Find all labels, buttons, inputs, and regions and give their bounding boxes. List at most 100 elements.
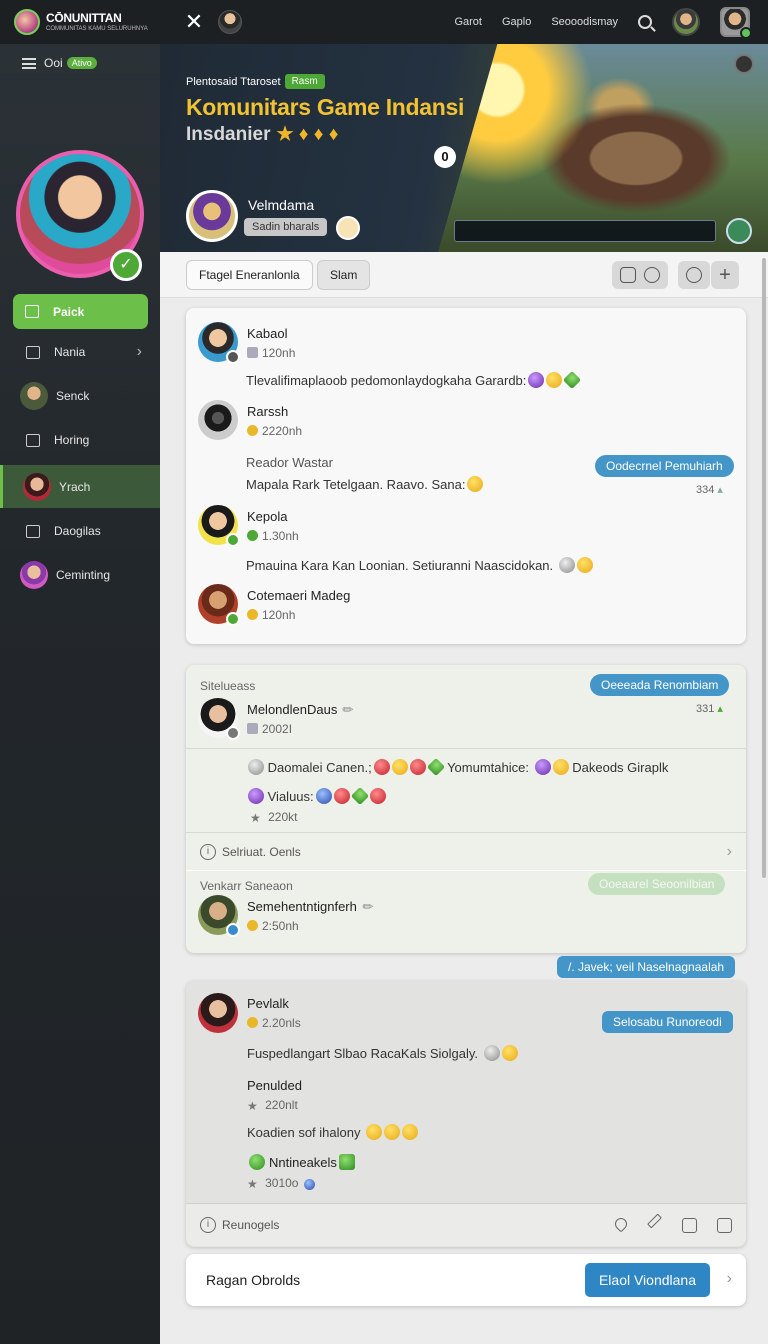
emoji-icon xyxy=(333,788,350,804)
clock-icon xyxy=(247,347,258,358)
avatar xyxy=(198,584,240,626)
post-time: 2220nh xyxy=(262,424,303,438)
settings-icon[interactable] xyxy=(734,54,754,74)
avatar xyxy=(20,561,48,589)
expand-row[interactable]: i Selriuat. Oenls › xyxy=(186,831,746,873)
section-label: Venkarr Saneaon xyxy=(200,879,293,893)
emoji-icon xyxy=(576,557,593,573)
emoji-icon xyxy=(391,759,408,775)
emoji-icon xyxy=(369,788,386,804)
nav-item-2[interactable]: Gaplo xyxy=(502,16,531,28)
star-icon: ★ xyxy=(247,1177,258,1191)
chat-icon[interactable] xyxy=(686,267,702,283)
emoji-icon xyxy=(467,476,484,492)
save-icon[interactable] xyxy=(620,267,636,283)
chevron-right-icon: › xyxy=(136,343,142,360)
gem-icon xyxy=(350,786,369,806)
brand-logo xyxy=(14,9,40,35)
clock-icon xyxy=(247,425,258,436)
status-badge: Ativo xyxy=(66,57,97,69)
post-time: 220nlt xyxy=(265,1098,298,1112)
reply-chip[interactable]: /. Javek; veil Naselnagnaalah xyxy=(557,956,736,978)
emoji-icon xyxy=(546,372,563,388)
avatar[interactable] xyxy=(218,10,242,34)
emoji-icon xyxy=(483,1045,500,1061)
hamburger-icon xyxy=(22,57,36,69)
sidebar-primary-button[interactable]: Paick xyxy=(13,294,148,329)
bottom-label: Ragan Obrolds xyxy=(206,1272,301,1288)
expand-label: Selriuat. Oenls xyxy=(222,845,301,859)
tabs-row: Ftagel Eneranlonla Slam + xyxy=(160,252,768,298)
tab-1[interactable]: Ftagel Eneranlonla xyxy=(186,260,313,290)
post-text: Fuspedlangart Slbao RacaKals Siolgaly. xyxy=(247,1046,479,1061)
sidebar-item-label: Daogilas xyxy=(54,524,101,538)
close-icon[interactable]: ✕ xyxy=(184,9,204,35)
search-icon[interactable] xyxy=(638,15,652,29)
sidebar-menu-label: Ooi xyxy=(44,56,63,70)
award-icon xyxy=(336,216,360,240)
tag-chip[interactable]: Oeeeada Renombiam xyxy=(590,674,730,696)
sidebar-item-nania[interactable]: Nania › xyxy=(0,332,160,372)
scrollbar[interactable] xyxy=(762,258,766,878)
post-time: 120nh xyxy=(262,346,296,360)
gem-icon xyxy=(426,757,445,777)
sidebar: Ooi Ativo ✓ Paick Nania › Senck Horing Y… xyxy=(0,44,160,1344)
chevron-right-icon[interactable]: › xyxy=(727,1270,732,1288)
section-label: Sitelueass xyxy=(200,679,256,693)
tag-chip[interactable]: Ooeaarel Seoonilbian xyxy=(588,873,726,895)
sidebar-item-yrach[interactable]: Yrach xyxy=(0,465,160,508)
heart-icon[interactable] xyxy=(612,1215,630,1232)
post-time: 2:50nh xyxy=(262,919,299,933)
comment-icon[interactable] xyxy=(682,1217,697,1233)
online-status-icon xyxy=(740,27,752,39)
profile-avatar[interactable] xyxy=(720,7,752,39)
star-icon: ★ xyxy=(247,1099,258,1113)
sidebar-primary-label: Paick xyxy=(53,304,85,319)
join-chat-button[interactable]: Elaol Viondlana xyxy=(584,1263,710,1297)
post-text: Yomumtahice: xyxy=(447,760,529,775)
post-author: Penulded xyxy=(247,1078,302,1093)
emoji-icon xyxy=(552,759,569,775)
post-text: Mapala Rark Tetelgaan. Raavo. Sana: xyxy=(246,477,466,492)
footer-label: Reunogels xyxy=(222,1218,280,1232)
post-count: 331 xyxy=(696,703,715,715)
sidebar-item-senck[interactable]: Senck xyxy=(0,376,160,416)
sidebar-item-label: Ceminting xyxy=(56,568,111,582)
nav-item-1[interactable]: Garot xyxy=(454,16,482,28)
feed-card-3: Selosabu Runoreodi Pevlalk 2.20nls Fuspe… xyxy=(186,981,746,1247)
post-author: Kepola xyxy=(247,509,288,524)
brand[interactable]: CŌNUNITTAN COMMUNITAS KAMU SELURUHNYA xyxy=(0,9,160,35)
sidebar-item-daogilas[interactable]: Daogilas xyxy=(0,511,160,551)
info-icon: i xyxy=(200,1217,216,1233)
card-footer: i Reunogels xyxy=(186,1204,746,1246)
post-author: Cotemaeri Madeg xyxy=(247,588,351,603)
sidebar-menu-toggle[interactable]: Ooi Ativo xyxy=(0,44,160,70)
owner-avatar[interactable] xyxy=(186,190,238,242)
post-text: Daomalei Canen.; xyxy=(267,760,372,775)
brand-name: CŌNUNITTAN xyxy=(46,11,122,25)
sidebar-item-ceminting[interactable]: Ceminting xyxy=(0,555,160,595)
sidebar-item-label: Horing xyxy=(54,433,90,447)
chevron-right-icon: › xyxy=(726,843,732,860)
add-icon[interactable]: + xyxy=(717,265,733,285)
emoji-icon xyxy=(402,1124,419,1140)
nav-item-3[interactable]: Seooodismay xyxy=(551,16,618,28)
share-icon[interactable] xyxy=(717,1217,732,1233)
edit-icon[interactable] xyxy=(647,1213,662,1228)
refresh-icon[interactable] xyxy=(644,267,660,283)
sidebar-item-horing[interactable]: Horing xyxy=(0,420,160,460)
owner-tag[interactable]: Sadin bharals xyxy=(244,218,328,236)
feed-card-1: Kabaol 120nh Tlevalifimaplaoob pedomonla… xyxy=(186,308,746,644)
post-text: Pmauina Kara Kan Loonian. Setiuranni Naa… xyxy=(246,558,554,573)
rating-stars: ★ ♦ ♦ ♦ xyxy=(276,124,339,145)
tag-chip[interactable]: Oodecrnel Pemuhiarh xyxy=(595,455,734,477)
pencil-icon: ✎ xyxy=(358,897,378,916)
post-time: 1.30nh xyxy=(262,529,299,543)
tab-2[interactable]: Slam xyxy=(317,260,371,290)
emoji-icon xyxy=(384,1124,401,1140)
post-author: Rarssh xyxy=(247,404,289,419)
clock-icon xyxy=(247,920,258,931)
user-avatar[interactable] xyxy=(672,8,700,36)
lock-icon: ▴ xyxy=(717,484,723,496)
tag-chip[interactable]: Selosabu Runoreodi xyxy=(602,1011,733,1033)
